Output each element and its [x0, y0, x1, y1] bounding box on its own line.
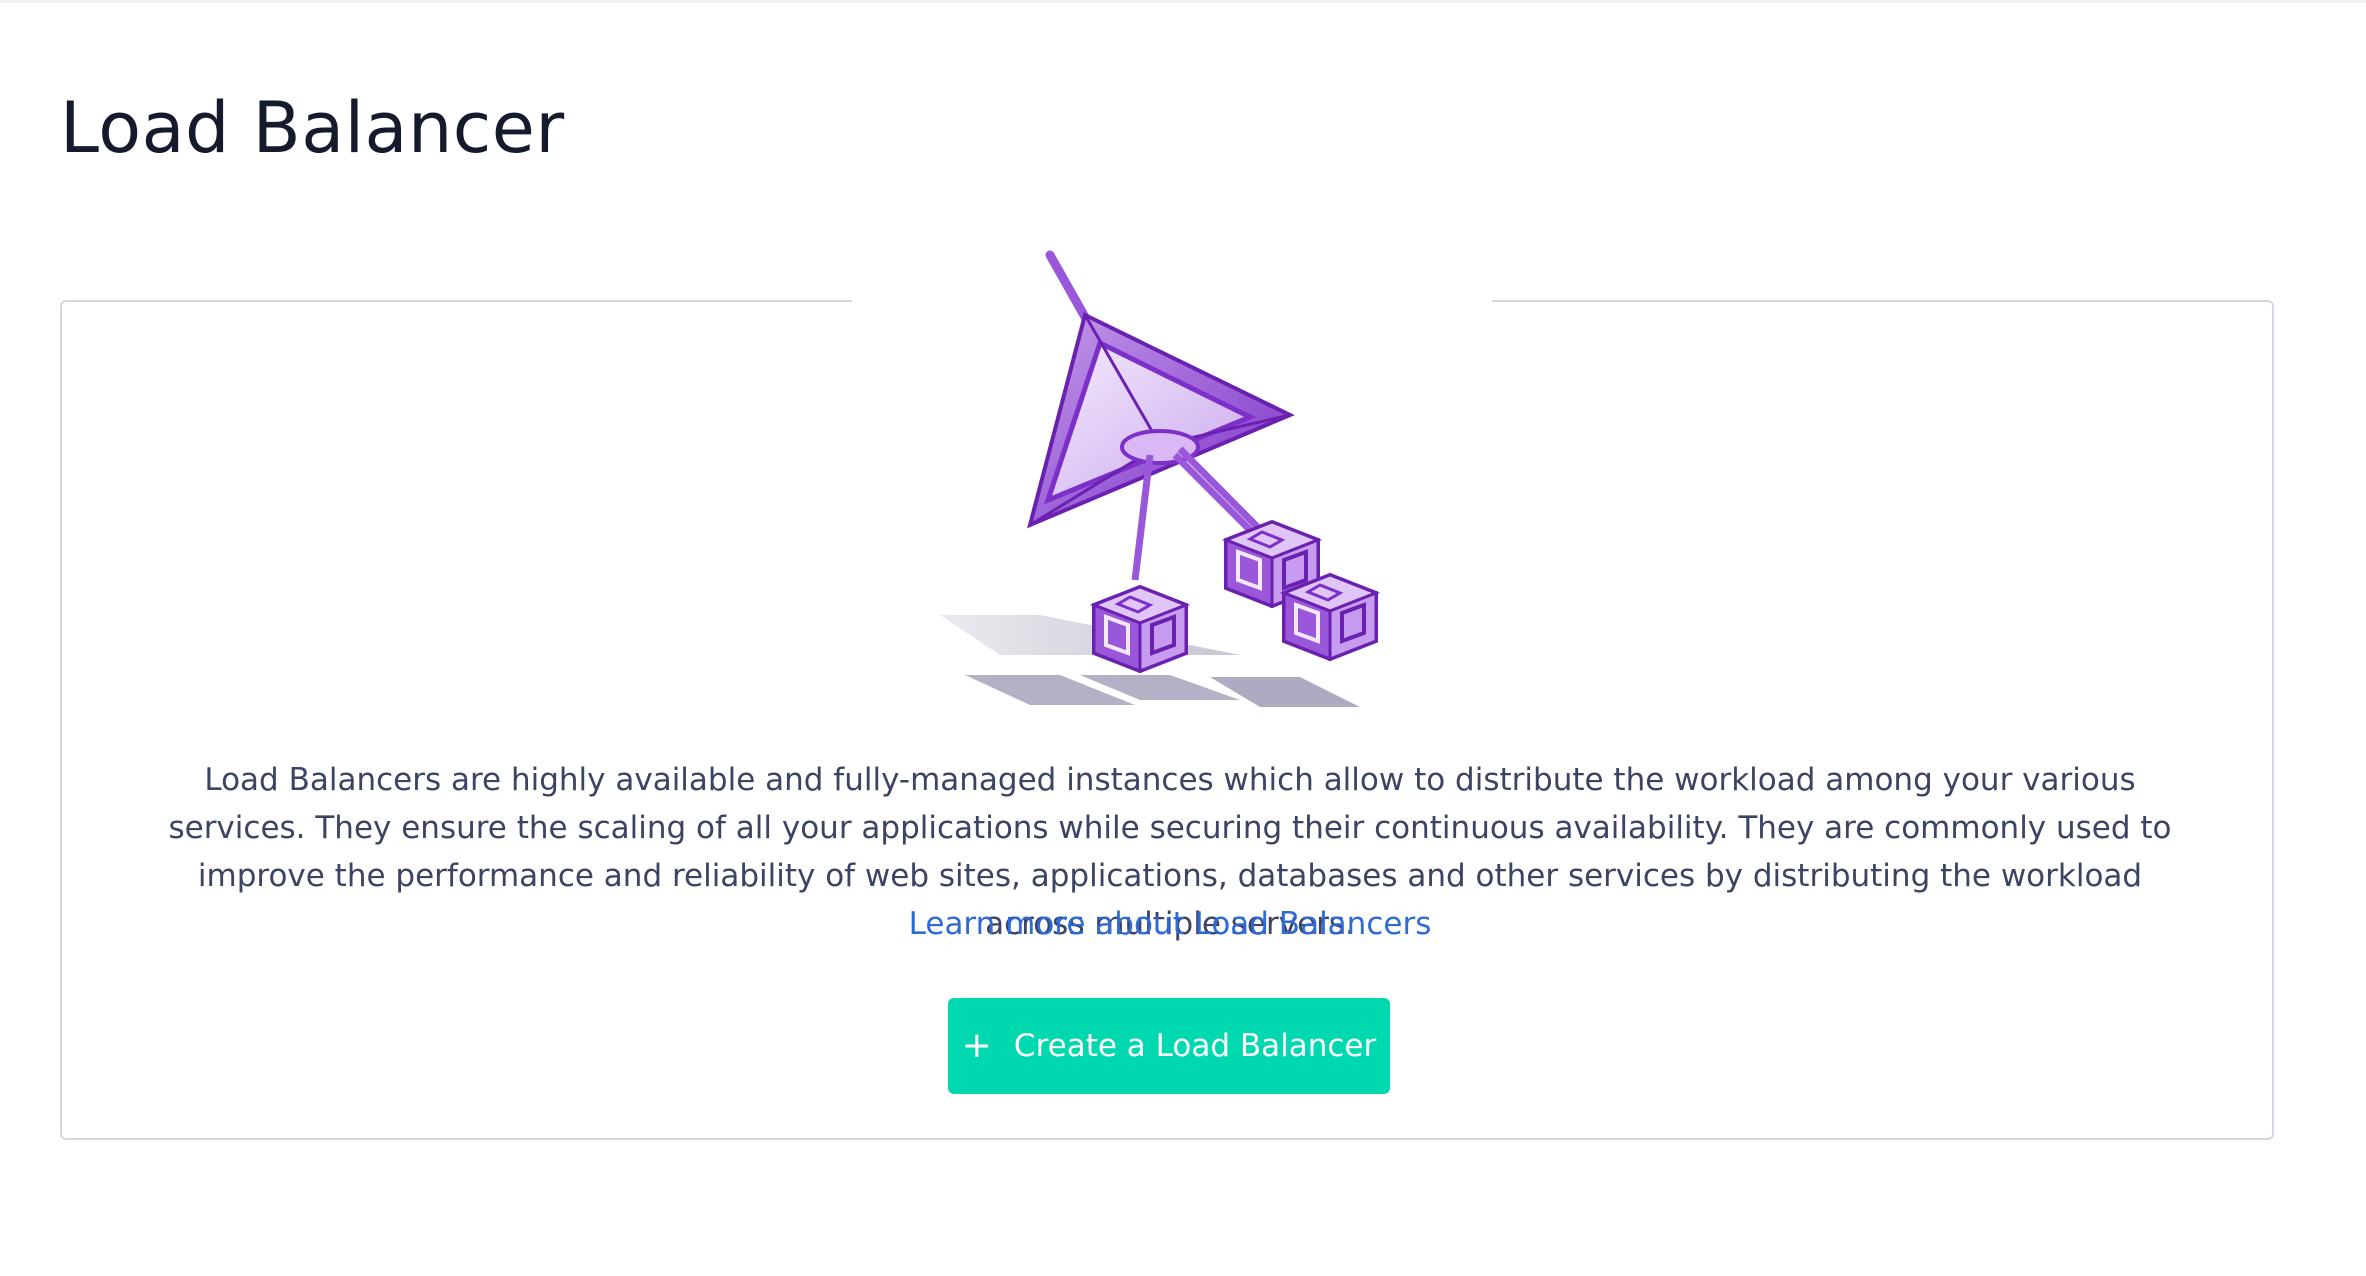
page-title: Load Balancer — [60, 87, 565, 169]
create-button-label: Create a Load Balancer — [1013, 1028, 1377, 1064]
learn-more-link[interactable]: Learn more about Load Balancers — [909, 906, 1432, 942]
plus-icon: + — [961, 1025, 992, 1066]
create-load-balancer-button[interactable]: + Create a Load Balancer — [948, 998, 1390, 1094]
learn-more-container: Learn more about Load Balancers — [160, 900, 2180, 948]
top-divider — [0, 0, 2366, 3]
load-balancer-illustration-icon — [940, 250, 1378, 707]
